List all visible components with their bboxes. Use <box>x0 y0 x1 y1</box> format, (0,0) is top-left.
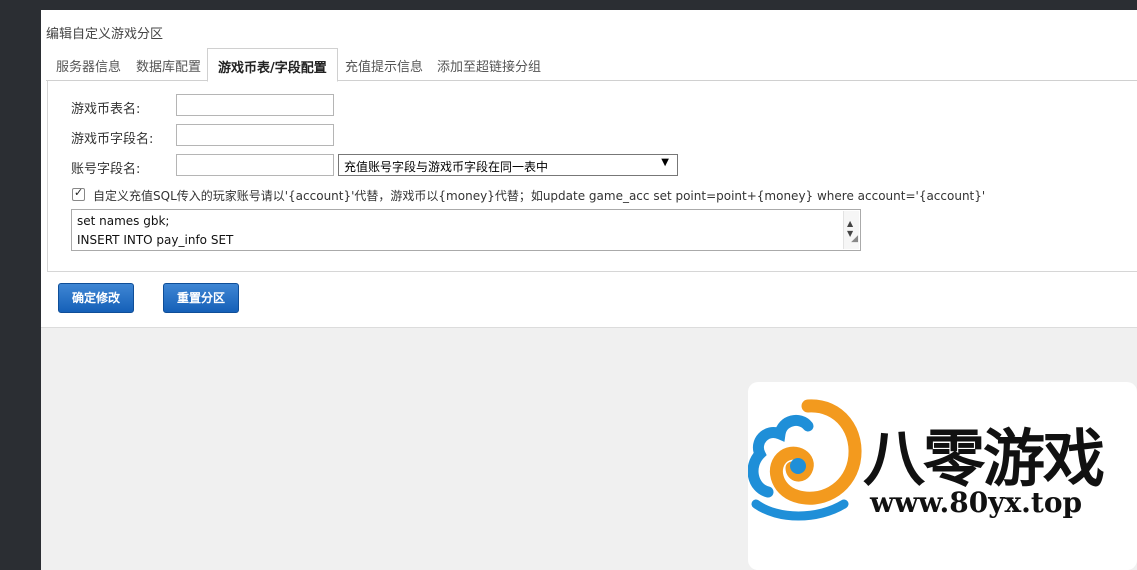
left-sidebar <box>0 10 41 570</box>
watermark-brand: 八零游戏 <box>863 422 1105 495</box>
dropdown-arrow-icon: ▼ <box>661 157 669 168</box>
tab-link-group[interactable]: 添加至超链接分组 <box>437 56 541 75</box>
sql-line: set names gbk; <box>77 214 170 228</box>
watermark-logo: 八零游戏 www.80yx.top <box>748 382 1137 570</box>
watermark-url: www.80yx.top <box>870 486 1083 519</box>
account-mode-select[interactable]: 充值账号字段与游戏币字段在同一表中 ▼ <box>338 154 678 176</box>
reset-button[interactable]: 重置分区 <box>163 283 239 313</box>
top-bar <box>0 0 1137 10</box>
edit-panel: 编辑自定义游戏分区 服务器信息 数据库配置 游戏币表/字段配置 充值提示信息 添… <box>41 10 1137 328</box>
tab-bar: 服务器信息 数据库配置 游戏币表/字段配置 充值提示信息 添加至超链接分组 <box>46 48 1137 82</box>
swirl-logo-icon <box>748 399 862 521</box>
account-mode-value: 充值账号字段与游戏币字段在同一表中 <box>344 160 549 174</box>
tab-recharge-tips[interactable]: 充值提示信息 <box>345 56 423 75</box>
tab-currency-config[interactable]: 游戏币表/字段配置 <box>207 48 338 82</box>
currency-field-input[interactable] <box>176 124 334 146</box>
custom-sql-checkbox[interactable] <box>72 186 85 201</box>
account-field-input[interactable] <box>176 154 334 176</box>
sql-textarea[interactable]: set names gbk; INSERT INTO pay_info SET … <box>71 209 861 251</box>
resize-handle-icon[interactable]: ◢ <box>851 230 858 249</box>
sql-line: INSERT INTO pay_info SET <box>77 233 234 247</box>
tab-database-config[interactable]: 数据库配置 <box>136 56 201 75</box>
confirm-button[interactable]: 确定修改 <box>58 283 134 313</box>
currency-field-label: 游戏币字段名: <box>71 132 154 147</box>
account-field-label: 账号字段名: <box>71 162 141 177</box>
currency-table-label: 游戏币表名: <box>71 102 141 117</box>
currency-table-input[interactable] <box>176 94 334 116</box>
custom-sql-label: 自定义充值SQL传入的玩家账号请以'{account}'代替，游戏币以{mone… <box>93 189 986 203</box>
page-title: 编辑自定义游戏分区 <box>46 27 164 42</box>
form-box: 游戏币表名: 游戏币字段名: 账号字段名: 充值账号字段与游戏币字段在同一表中 … <box>47 81 1137 272</box>
tab-server-info[interactable]: 服务器信息 <box>56 56 121 75</box>
